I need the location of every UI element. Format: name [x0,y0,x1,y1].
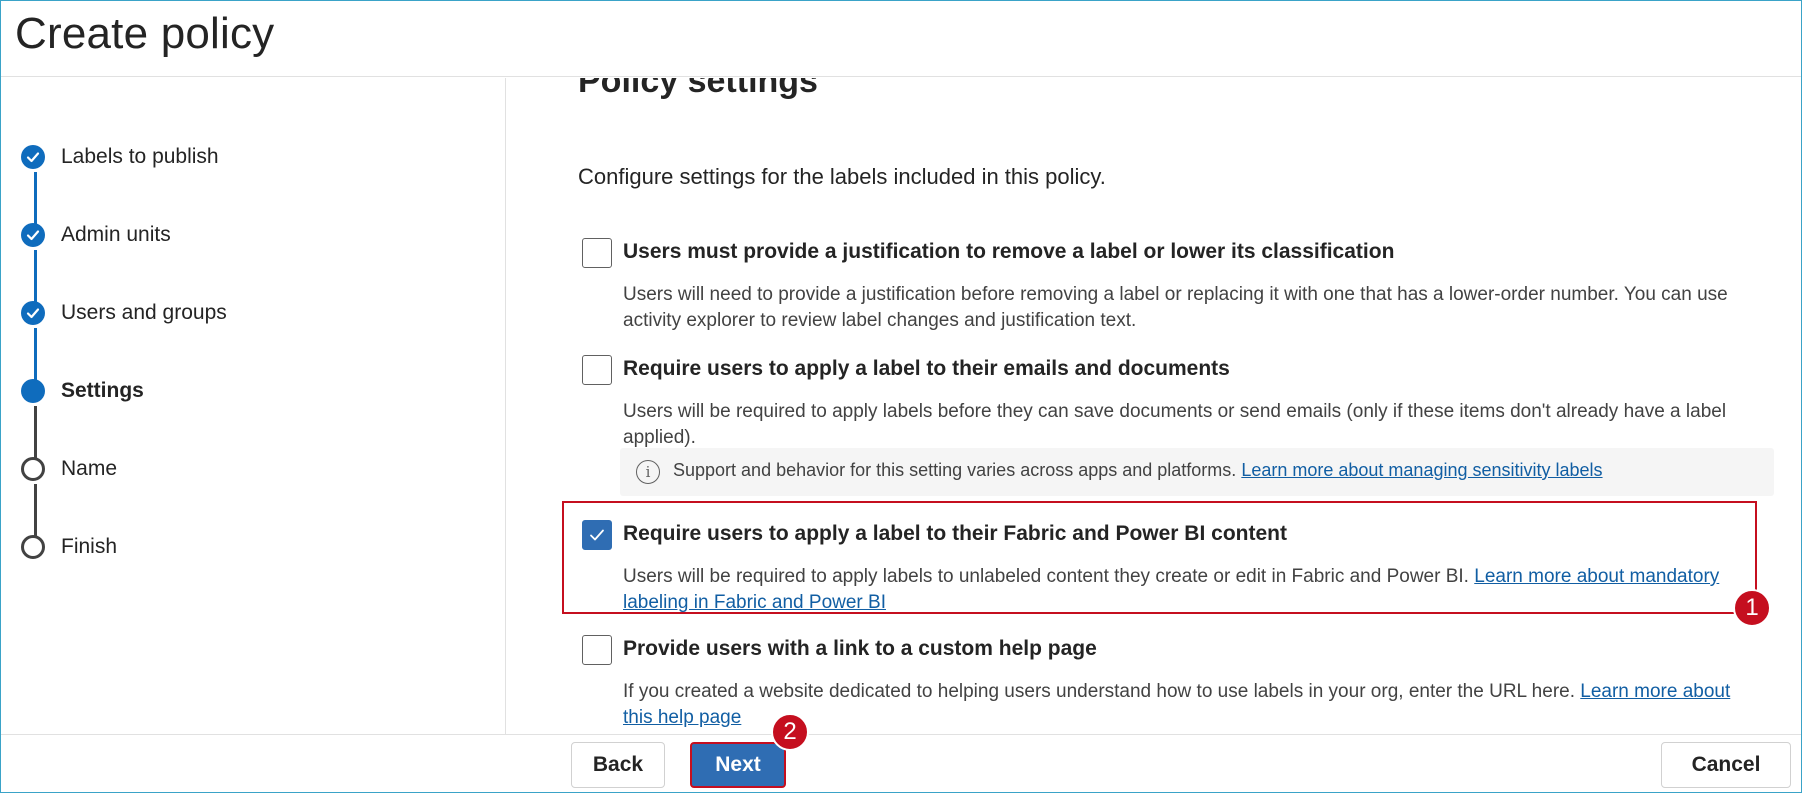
section-intro: Configure settings for the labels includ… [578,164,1106,189]
back-button[interactable]: Back [571,742,665,788]
highlight-box [562,501,1757,614]
info-message-bar: i Support and behavior for this setting … [620,448,1774,496]
step-connector [34,484,37,538]
option-title: Provide users with a link to a custom he… [623,637,1097,660]
wizard-sidebar: Labels to publish Admin units Users and … [1,78,506,734]
option-description: Users will need to provide a justificati… [623,284,1728,331]
managing-sensitivity-labels-link[interactable]: Learn more about managing sensitivity la… [1241,460,1602,480]
empty-circle-icon [21,535,45,559]
step-badge-1: 1 [1733,589,1771,627]
wizard-step-label: Labels to publish [61,145,219,168]
step-badge-2: 2 [771,713,809,751]
wizard-step-label: Finish [61,535,118,558]
wizard-step-users-and-groups[interactable]: Users and groups [21,298,227,328]
next-button[interactable]: Next [690,742,786,788]
option-description-text: If you created a website dedicated to he… [623,681,1575,702]
wizard-step-label: Admin units [61,223,171,246]
footer-bar: Back Next Cancel [1,734,1801,792]
wizard-step-admin-units[interactable]: Admin units [21,220,171,250]
page-title: Create policy [15,9,275,58]
check-circle-icon [21,223,45,247]
info-message: Support and behavior for this setting va… [673,460,1603,481]
check-circle-icon [21,145,45,169]
main-content: Policy settings Configure settings for t… [507,78,1801,734]
wizard-step-name[interactable]: Name [21,454,117,484]
option-title: Require users to apply a label to their … [623,357,1230,380]
option-title: Users must provide a justification to re… [623,240,1395,263]
step-connector [34,406,37,460]
cancel-button[interactable]: Cancel [1661,742,1791,788]
current-step-icon [21,379,45,403]
section-title: Policy settings [578,78,818,100]
mandatory-labeling-checkbox[interactable] [582,355,612,385]
wizard-step-label: Users and groups [61,301,227,324]
step-connector [34,250,37,304]
wizard-step-settings[interactable]: Settings [21,376,144,406]
wizard-step-label: Settings [61,379,144,402]
option-description: Users will be required to apply labels b… [623,401,1727,448]
empty-circle-icon [21,457,45,481]
wizard-step-finish[interactable]: Finish [21,532,117,562]
justification-checkbox[interactable] [582,238,612,268]
step-connector [34,172,37,226]
check-circle-icon [21,301,45,325]
wizard-step-labels-to-publish[interactable]: Labels to publish [21,142,219,172]
info-message-text: Support and behavior for this setting va… [673,460,1237,480]
step-connector [34,328,37,382]
page-header: Create policy [1,1,1801,77]
custom-help-page-checkbox[interactable] [582,635,612,665]
wizard-step-label: Name [61,457,118,480]
info-icon: i [636,460,660,484]
